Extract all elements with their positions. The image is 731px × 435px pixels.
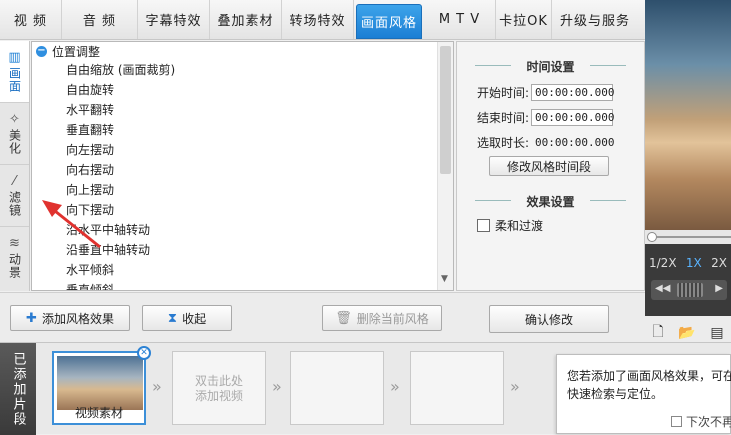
speed-half[interactable]: 1/2X [649,256,677,270]
forward-icon[interactable]: ▶ [715,283,723,294]
trash-icon: 🗑 [335,310,352,326]
collapse-minus-icon[interactable]: − [36,45,47,57]
scroll-thumb[interactable] [440,46,451,174]
close-icon[interactable]: ✕ [137,346,151,360]
start-time-row: 开始时间: 00:00:00.000 [477,84,615,101]
red-arrow-annotation [42,200,101,249]
top-tab-bar: 视 频 音 频 字幕特效 叠加素材 转场特效 画面风格 M T V 卡拉OK 升… [0,0,645,40]
scroll-down-icon[interactable]: ▼ [441,274,448,284]
tab-subtitle-effects[interactable]: 字幕特效 [138,0,210,39]
time-settings-title: 时间设置 [457,58,644,75]
save-icon[interactable]: ▤ [710,325,723,341]
end-time-row: 结束时间: 00:00:00.000 [477,109,615,126]
settings-panel: 时间设置 开始时间: 00:00:00.000 结束时间: 00:00:00.0… [456,41,645,291]
chevron-right-icon: » [510,377,520,396]
empty-clip-slot[interactable] [410,351,504,425]
smooth-transition-checkbox[interactable] [477,219,490,232]
add-style-effect-button[interactable]: ✚ 添加风格效果 [10,305,130,331]
tab-mtv[interactable]: M T V [424,0,496,39]
chevron-right-icon: » [272,377,282,396]
group-header[interactable]: − 位置调整 [32,42,453,60]
clip-thumbnail [57,356,143,410]
tab-upgrade-service[interactable]: 升级与服务 [552,0,638,39]
smooth-transition-row[interactable]: 柔和过渡 [477,217,543,234]
magic-wand-icon: ✧ [9,111,20,127]
wave-icon: ≋ [9,236,20,251]
tab-video[interactable]: 视 频 [0,0,62,39]
tab-transitions[interactable]: 转场特效 [282,0,354,39]
rewind-icon[interactable]: ◀◀ [655,283,670,294]
start-time-field[interactable]: 00:00:00.000 [531,84,615,101]
filter-wand-icon: ⁄ [13,173,16,189]
chevron-right-icon: » [390,377,400,396]
style-list-item[interactable]: 自由旋转 [32,80,453,100]
style-list-item[interactable]: 水平倾斜 [32,260,453,280]
style-list-item[interactable]: 向左摆动 [32,140,453,160]
empty-clip-slot[interactable]: 双击此处 添加视频 [172,351,266,425]
dont-show-checkbox[interactable] [671,416,682,427]
chevron-right-icon: » [152,377,162,396]
duration-row: 选取时长: 00:00:00.000 [477,136,615,150]
side-tab-strip: ▥ 画面 ✧ 美化 ⁄ 滤镜 ≋ 动景 [0,41,30,291]
delete-current-style-button[interactable]: 🗑 删除当前风格 [322,305,442,331]
style-list-item[interactable]: 水平翻转 [32,100,453,120]
clip-video-material[interactable]: 视频素材 ✕ [52,346,151,425]
modify-style-time-button[interactable]: 修改风格时间段 [489,156,609,176]
style-toolbar: ✚ 添加风格效果 ⧗ 收起 🗑 删除当前风格 确认修改 [0,292,645,342]
open-folder-icon[interactable]: 📂 [678,325,695,341]
side-tab-motion[interactable]: ≋ 动景 [0,227,29,289]
player-controls: 1/2X 1X 2X ◀◀ ▶ 🗋 📂 ▤ [645,244,731,350]
seek-knob[interactable] [647,232,657,242]
style-list-item[interactable]: 向右摆动 [32,160,453,180]
tab-audio[interactable]: 音 频 [62,0,138,39]
add-effect-icon: ✚ [26,310,37,326]
style-list-item[interactable]: 垂直倾斜 [32,280,453,290]
duration-value: 00:00:00.000 [535,136,615,149]
seek-bar[interactable] [645,230,731,244]
style-list-item[interactable]: 垂直翻转 [32,120,453,140]
dont-show-again-row[interactable]: 下次不再 [671,413,731,430]
hint-tooltip: 您若添加了画面风格效果，可在 快速检索与定位。 下次不再 [556,354,731,434]
end-time-field[interactable]: 00:00:00.000 [531,109,615,126]
film-icon: ▥ [8,49,21,65]
empty-clip-slot[interactable] [290,351,384,425]
style-list-item[interactable]: 自由缩放 (画面裁剪) [32,60,453,80]
tab-picture-style[interactable]: 画面风格 [356,4,422,39]
collapse-icon: ⧗ [167,310,178,326]
confirm-modify-button[interactable]: 确认修改 [489,305,609,333]
jog-wheel[interactable]: ◀◀ ▶ [651,280,727,300]
speed-2x[interactable]: 2X [711,256,727,270]
side-tab-beautify[interactable]: ✧ 美化 [0,103,29,165]
speed-1x[interactable]: 1X [686,256,702,270]
side-tab-picture[interactable]: ▥ 画面 [0,41,29,103]
side-tab-filter[interactable]: ⁄ 滤镜 [0,165,29,227]
tab-overlay[interactable]: 叠加素材 [210,0,282,39]
speed-options: 1/2X 1X 2X [645,256,731,270]
collapse-button[interactable]: ⧗ 收起 [142,305,232,331]
added-clips-label: 已添加片段 [0,343,36,435]
tab-karaoke[interactable]: 卡拉OK [496,0,552,39]
video-preview [645,0,731,230]
effect-settings-title: 效果设置 [457,193,644,210]
list-scrollbar[interactable]: ▼ [437,42,453,290]
